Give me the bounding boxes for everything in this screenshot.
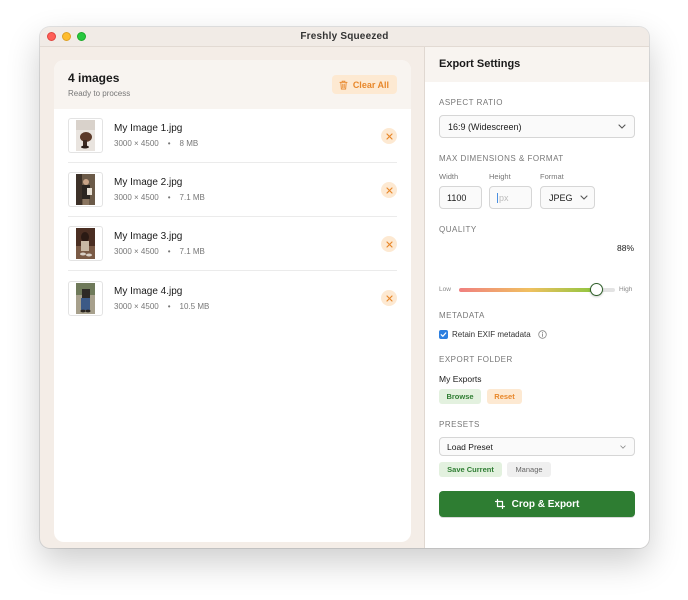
- window-title: Freshly Squeezed: [300, 31, 389, 42]
- list-item[interactable]: My Image 1.jpg 3000 × 4500 • 8 MB: [68, 109, 397, 163]
- image-thumbnail: [68, 172, 103, 207]
- presets-label: PRESETS: [439, 420, 480, 429]
- aspect-ratio-select[interactable]: 16:9 (Widescreen): [439, 115, 635, 138]
- meta-separator: •: [167, 139, 171, 148]
- image-list: My Image 1.jpg 3000 × 4500 • 8 MB My Ima…: [54, 109, 411, 325]
- image-dimensions: 3000 × 4500: [114, 247, 159, 256]
- image-size: 7.1 MB: [179, 193, 205, 202]
- quality-high-label: High: [619, 286, 633, 293]
- list-item[interactable]: My Image 2.jpg 3000 × 4500 • 7.1 MB: [68, 163, 397, 217]
- exif-checkbox[interactable]: [439, 330, 448, 339]
- title-bar: Freshly Squeezed: [40, 27, 649, 47]
- format-label: Format: [540, 172, 564, 181]
- clear-all-label: Clear All: [352, 79, 389, 90]
- manage-button[interactable]: Manage: [507, 462, 551, 477]
- crop-export-button[interactable]: Crop & Export: [439, 491, 635, 517]
- width-input[interactable]: 1100: [439, 186, 482, 209]
- remove-image-button[interactable]: [381, 236, 397, 252]
- crop-export-label: Crop & Export: [511, 498, 580, 510]
- crop-icon: [494, 499, 505, 509]
- image-dimensions: 3000 × 4500: [114, 139, 159, 148]
- metadata-label: METADATA: [439, 311, 485, 320]
- remove-image-button[interactable]: [381, 128, 397, 144]
- image-thumbnail: [68, 280, 103, 316]
- image-name: My Image 3.jpg: [114, 231, 183, 242]
- export-folder-value: My Exports: [439, 374, 482, 384]
- image-thumbnail: [68, 118, 103, 153]
- quality-label: QUALITY: [439, 225, 477, 234]
- list-item[interactable]: My Image 3.jpg 3000 × 4500 • 7.1 MB: [68, 217, 397, 271]
- close-icon: [385, 186, 393, 194]
- format-select[interactable]: JPEG: [540, 186, 595, 209]
- text-cursor: [497, 192, 498, 203]
- image-size: 8 MB: [179, 139, 199, 148]
- remove-image-button[interactable]: [381, 290, 397, 306]
- image-name: My Image 4.jpg: [114, 285, 183, 297]
- close-icon: [385, 240, 393, 248]
- exif-label: Retain EXIF metadata: [452, 330, 531, 339]
- app-window: Freshly Squeezed 4 images Ready to proce…: [40, 27, 649, 548]
- list-item[interactable]: My Image 4.jpg 3000 × 4500 • 10.5 MB: [68, 271, 397, 325]
- trash-icon: [339, 80, 348, 89]
- meta-separator: •: [167, 193, 171, 202]
- width-value: 1100: [447, 192, 467, 203]
- check-icon: [440, 332, 447, 337]
- chevron-down-icon: [618, 124, 626, 129]
- aspect-ratio-label: ASPECT RATIO: [439, 98, 503, 107]
- preset-select[interactable]: Load Preset: [439, 437, 635, 456]
- height-input[interactable]: px: [489, 186, 532, 209]
- dimensions-label: MAX DIMENSIONS & FORMAT: [439, 154, 564, 163]
- zoom-window-button[interactable]: [77, 32, 86, 41]
- aspect-ratio-value: 16:9 (Widescreen): [448, 121, 522, 132]
- preset-value: Load Preset: [447, 441, 493, 452]
- image-thumbnail: [68, 226, 103, 261]
- image-name: My Image 2.jpg: [114, 177, 183, 188]
- height-label: Height: [489, 172, 511, 181]
- close-icon: [385, 294, 393, 302]
- remove-image-button[interactable]: [381, 182, 397, 198]
- chevron-down-icon: [620, 444, 626, 449]
- panel-title: Export Settings: [425, 47, 649, 82]
- meta-separator: •: [167, 301, 171, 311]
- format-value: JPEG: [549, 192, 573, 203]
- width-label: Width: [439, 172, 459, 181]
- close-window-button[interactable]: [47, 32, 56, 41]
- chevron-down-icon: [580, 195, 588, 200]
- quality-slider-thumb[interactable]: [589, 283, 603, 296]
- image-size: 10.5 MB: [179, 301, 210, 311]
- window-controls: [47, 32, 86, 41]
- clear-all-button[interactable]: Clear All: [331, 75, 397, 94]
- info-icon[interactable]: [538, 330, 547, 339]
- image-list-panel: 4 images Ready to process Clear All My I…: [54, 60, 411, 542]
- image-name: My Image 1.jpg: [114, 123, 183, 134]
- close-icon: [385, 132, 393, 140]
- image-dimensions: 3000 × 4500: [114, 193, 159, 202]
- save-current-button[interactable]: Save Current: [439, 462, 502, 477]
- image-size: 7.1 MB: [179, 247, 205, 256]
- minimize-window-button[interactable]: [62, 32, 71, 41]
- reset-button[interactable]: Reset: [487, 389, 522, 404]
- quality-value: 88%: [616, 243, 634, 253]
- exif-option[interactable]: Retain EXIF metadata: [439, 330, 547, 339]
- height-placeholder: px: [499, 192, 509, 203]
- quality-low-label: Low: [439, 286, 451, 293]
- export-settings-panel: Export Settings ASPECT RATIO 16:9 (Wides…: [424, 47, 649, 548]
- meta-separator: •: [167, 247, 171, 256]
- browse-button[interactable]: Browse: [439, 389, 481, 404]
- export-folder-label: EXPORT FOLDER: [439, 355, 513, 364]
- image-list-header: 4 images Ready to process Clear All: [54, 60, 411, 109]
- image-dimensions: 3000 × 4500: [114, 301, 159, 311]
